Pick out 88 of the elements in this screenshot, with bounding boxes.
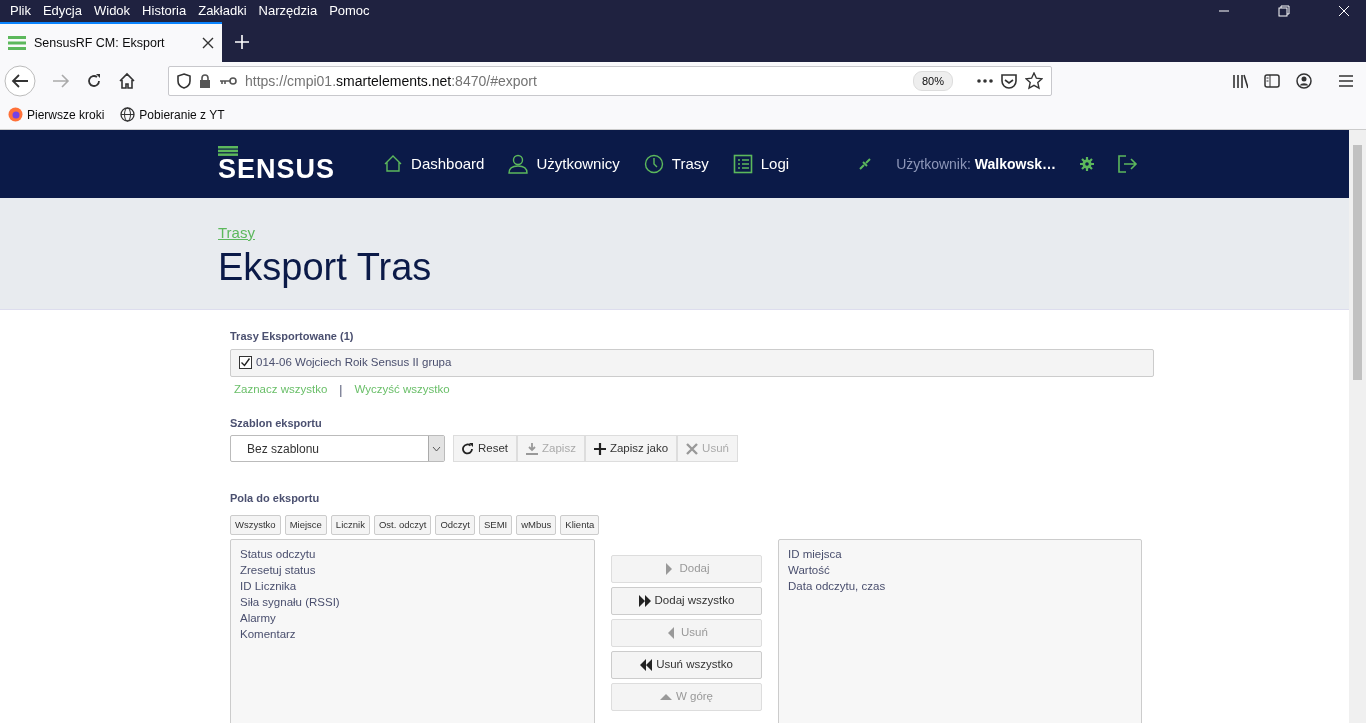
sidebar-icon[interactable] xyxy=(1264,74,1280,88)
list-option[interactable]: ID miejsca xyxy=(788,545,1132,562)
user-name[interactable]: Walkowsk… xyxy=(974,153,1056,175)
zoom-level[interactable]: 80% xyxy=(912,70,953,92)
filter-button[interactable]: Ost. odczyt xyxy=(373,514,432,535)
list-icon xyxy=(732,154,753,174)
move-button[interactable]: Dodaj wszystko xyxy=(611,586,762,615)
filter-button[interactable]: Miejsce xyxy=(284,514,327,535)
route-row[interactable]: 014-06 Wojciech Roik Sensus II grupa xyxy=(230,348,1154,377)
template-button[interactable]: Zapisz jako xyxy=(584,435,678,462)
menu-item[interactable]: Narzędzia xyxy=(252,1,324,21)
menu-item[interactable]: Pomoc xyxy=(323,1,376,21)
key-icon xyxy=(219,76,237,86)
separator: | xyxy=(338,381,344,399)
bookmark[interactable]: Pierwsze kroki xyxy=(8,105,105,124)
menu-item[interactable]: Historia xyxy=(136,1,193,21)
list-option[interactable]: Siła sygnału (RSSI) xyxy=(240,593,585,610)
filter-button[interactable]: Licznik xyxy=(330,514,370,535)
nav-link[interactable]: Użytkownicy xyxy=(508,152,620,176)
lock-icon xyxy=(199,74,211,88)
menu-item[interactable]: Zakładki xyxy=(192,1,253,21)
pocket-icon[interactable] xyxy=(1001,73,1017,89)
fast-forward-icon xyxy=(638,594,651,607)
menu-item[interactable]: Plik xyxy=(4,1,37,21)
plus-icon xyxy=(593,442,606,455)
menu-icon[interactable] xyxy=(1338,74,1354,88)
home-icon xyxy=(383,154,404,174)
list-option[interactable]: Status odczytu xyxy=(240,545,585,562)
section-heading: Szablon eksportu xyxy=(230,415,323,431)
user-label: Użytkownik: xyxy=(896,154,971,174)
checkbox[interactable] xyxy=(239,356,252,369)
logout-icon[interactable] xyxy=(1118,155,1138,173)
section-heading: Pola do eksportu xyxy=(230,491,321,506)
field-list[interactable]: Status odczytu Zresetuj status ID Licznika Siła sygnału (RSSI) Alarmy Komentarz xyxy=(230,538,595,723)
nav-link[interactable]: Trasy xyxy=(643,152,709,176)
template-button[interactable]: Reset xyxy=(453,435,518,462)
close-icon[interactable] xyxy=(202,37,214,49)
restore-icon[interactable] xyxy=(1278,5,1290,17)
globe-icon xyxy=(120,107,136,122)
rewind-icon xyxy=(640,658,653,671)
user-icon xyxy=(508,154,529,174)
menu-item[interactable]: Edycja xyxy=(36,1,88,21)
filter-button[interactable]: Wszystko xyxy=(230,514,281,535)
menu-item[interactable]: Widok xyxy=(88,1,137,21)
back-icon[interactable] xyxy=(4,65,36,97)
library-icon[interactable] xyxy=(1232,73,1248,89)
chevron-down-icon xyxy=(432,445,441,452)
list-option[interactable]: Alarmy xyxy=(240,609,585,626)
logo-stripes-icon xyxy=(218,145,238,156)
tab-title: SensusRF CM: Eksport xyxy=(34,34,166,52)
filter-button[interactable]: wMbus xyxy=(516,514,557,535)
template-select[interactable]: Bez szablonu xyxy=(230,435,445,462)
star-icon[interactable] xyxy=(1025,72,1043,90)
page-title: Eksport Tras xyxy=(218,244,433,290)
section-heading: Trasy Eksportowane (1) xyxy=(230,329,355,344)
new-tab-icon[interactable] xyxy=(234,34,250,50)
list-option[interactable]: ID Licznika xyxy=(240,577,585,594)
account-icon[interactable] xyxy=(1296,73,1312,89)
refresh-icon xyxy=(462,442,474,455)
more-icon[interactable] xyxy=(977,79,993,83)
menu-icon xyxy=(8,35,26,51)
firefox-icon xyxy=(8,107,23,122)
list-option[interactable]: Komentarz xyxy=(240,625,585,642)
move-button[interactable]: Usuń wszystko xyxy=(611,650,762,679)
browser-tab[interactable]: SensusRF CM: Eksport xyxy=(0,22,222,62)
clock-icon xyxy=(643,154,664,174)
list-option[interactable]: Data odczytu, czas xyxy=(788,577,1132,594)
download-icon xyxy=(526,442,539,455)
filter-button[interactable]: Odczyt xyxy=(435,514,475,535)
list-option[interactable]: Zresetuj status xyxy=(240,561,585,578)
bookmark[interactable]: Pobieranie z YT xyxy=(120,105,225,124)
scrollbar[interactable] xyxy=(1349,130,1366,723)
url-text: https://cmpi01.smartelements.net:8470/#export xyxy=(245,71,538,91)
connection-icon[interactable] xyxy=(858,157,873,171)
filter-button[interactable]: SEMI xyxy=(478,514,513,535)
nav-link[interactable]: Dashboard xyxy=(383,152,485,176)
home-icon[interactable] xyxy=(118,72,136,90)
filter-button[interactable]: Klienta xyxy=(560,514,600,535)
logo: SENSUS xyxy=(218,145,336,183)
reload-icon[interactable] xyxy=(86,73,102,89)
list-option[interactable]: Wartość xyxy=(788,561,1132,578)
close-icon xyxy=(686,442,699,455)
settings-icon[interactable] xyxy=(1080,157,1094,171)
shield-icon xyxy=(177,73,191,89)
address-bar[interactable]: https://cmpi01.smartelements.net:8470/#export 80% xyxy=(168,66,1052,96)
scrollbar-thumb[interactable] xyxy=(1353,145,1362,380)
nav-link[interactable]: Logi xyxy=(732,152,790,176)
field-list[interactable]: ID miejsca Wartość Data odczytu, czas xyxy=(778,538,1142,723)
